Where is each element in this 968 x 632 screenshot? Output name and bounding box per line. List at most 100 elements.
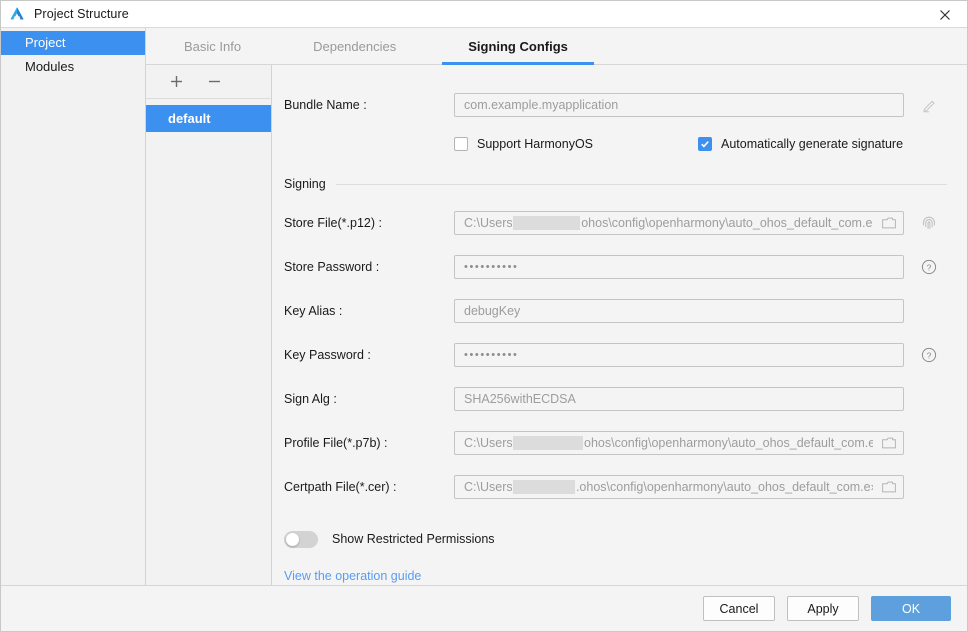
bundle-name-label: Bundle Name : <box>284 98 367 112</box>
sign-alg-row: Sign Alg : SHA256withECDSA <box>272 377 967 421</box>
dialog-body: Project Modules Basic Info Dependencies … <box>1 28 967 585</box>
toggle-knob <box>286 532 299 546</box>
store-password-field-wrap: •••••••••• ? <box>454 255 940 279</box>
tab-bar: Basic Info Dependencies Signing Configs <box>146 28 967 65</box>
left-navigation: Project Modules <box>1 28 146 585</box>
profile-file-suffix: ohos\config\openharmony\auto_ohos_defaul… <box>584 436 873 450</box>
key-password-label: Key Password : <box>284 348 371 362</box>
sidebar-item-label: Project <box>25 35 66 50</box>
checkbox-label: Support HarmonyOS <box>477 137 594 151</box>
certpath-file-row: Certpath File(*.cer) : C:\Users .ohos\con… <box>272 465 967 509</box>
certpath-file-field-wrap: C:\Users .ohos\config\openharmony\auto_oh… <box>454 475 904 499</box>
signing-group-title: Signing <box>284 177 326 191</box>
key-password-value: •••••••••• <box>464 349 519 361</box>
bundle-name-field-wrap: com.example.myapplication <box>454 93 940 117</box>
project-structure-dialog: Project Structure Project Modules Basic … <box>0 0 968 632</box>
config-item-label: default <box>168 111 211 126</box>
apply-button[interactable]: Apply <box>787 596 859 621</box>
show-restricted-permissions-toggle[interactable] <box>284 530 318 548</box>
certpath-file-input[interactable]: C:\Users .ohos\config\openharmony\auto_oh… <box>454 475 904 499</box>
checkbox-box <box>698 137 712 151</box>
store-file-field-wrap: C:\Users ohos\config\openharmony\auto_oho… <box>454 211 940 235</box>
help-icon[interactable]: ? <box>918 344 940 366</box>
signing-group-header: Signing <box>272 173 967 195</box>
cancel-button[interactable]: Cancel <box>703 596 775 621</box>
svg-text:?: ? <box>927 262 932 272</box>
store-file-row: Store File(*.p12) : C:\Users ohos\config\… <box>272 201 967 245</box>
options-row: Support HarmonyOS Automatically generate… <box>272 127 967 161</box>
remove-config-button[interactable] <box>206 74 222 90</box>
store-file-prefix: C:\Users <box>464 216 513 230</box>
tab-label: Signing Configs <box>468 38 568 54</box>
store-password-value: •••••••••• <box>464 261 519 273</box>
key-alias-field-wrap: debugKey <box>454 299 904 323</box>
profile-file-field-wrap: C:\Users ohos\config\openharmony\auto_oho… <box>454 431 904 455</box>
folder-icon[interactable] <box>882 217 896 230</box>
dialog-footer: Cancel Apply OK <box>1 585 967 631</box>
pencil-icon[interactable] <box>918 94 940 116</box>
list-item[interactable]: default <box>146 105 271 132</box>
key-alias-row: Key Alias : debugKey <box>272 289 967 333</box>
configs-toolbar <box>146 65 271 99</box>
redacted-username <box>513 216 581 230</box>
sidebar-item-label: Modules <box>25 59 75 74</box>
group-divider <box>335 183 947 185</box>
close-icon[interactable] <box>923 1 967 28</box>
sign-alg-field-wrap: SHA256withECDSA <box>454 387 904 411</box>
key-alias-label: Key Alias : <box>284 304 343 318</box>
checkbox-auto-generate-signature[interactable]: Automatically generate signature <box>698 137 903 151</box>
tab-dependencies[interactable]: Dependencies <box>277 28 432 64</box>
key-password-row: Key Password : •••••••••• ? <box>272 333 967 377</box>
checkbox-support-harmonyos[interactable]: Support HarmonyOS <box>454 137 698 151</box>
store-file-label: Store File(*.p12) : <box>284 216 382 230</box>
store-file-input[interactable]: C:\Users ohos\config\openharmony\auto_oho… <box>454 211 904 235</box>
signing-configs-list-panel: default <box>146 65 272 585</box>
window-title: Project Structure <box>34 7 129 21</box>
store-password-label: Store Password : <box>284 260 380 274</box>
bundle-name-row: Bundle Name : com.example.myapplication <box>272 83 967 127</box>
title-bar: Project Structure <box>1 1 967 28</box>
view-operation-guide-link[interactable]: View the operation guide <box>284 569 421 583</box>
certpath-file-suffix: .ohos\config\openharmony\auto_ohos_defau… <box>575 480 873 494</box>
key-password-input[interactable]: •••••••••• <box>454 343 904 367</box>
profile-file-input[interactable]: C:\Users ohos\config\openharmony\auto_oho… <box>454 431 904 455</box>
content-column: Basic Info Dependencies Signing Configs <box>146 28 967 585</box>
tab-label: Dependencies <box>313 38 397 54</box>
checkbox-box <box>454 137 468 151</box>
store-password-input[interactable]: •••••••••• <box>454 255 904 279</box>
configs-list: default <box>146 99 271 585</box>
help-icon[interactable]: ? <box>918 256 940 278</box>
tab-signing-configs[interactable]: Signing Configs <box>432 28 604 65</box>
checkbox-label: Automatically generate signature <box>721 137 904 151</box>
ok-button[interactable]: OK <box>871 596 951 621</box>
panels: default Bundle Name : com.example.myappl… <box>146 65 967 585</box>
certpath-file-label: Certpath File(*.cer) : <box>284 480 397 494</box>
folder-icon[interactable] <box>882 437 896 450</box>
sidebar-item-project[interactable]: Project <box>1 31 145 55</box>
store-file-suffix: ohos\config\openharmony\auto_ohos_defaul… <box>581 216 873 230</box>
tab-label: Basic Info <box>184 38 242 54</box>
key-password-field-wrap: •••••••••• ? <box>454 343 940 367</box>
bundle-name-value: com.example.myapplication <box>464 98 619 112</box>
show-restricted-permissions-label: Show Restricted Permissions <box>332 532 495 546</box>
key-alias-value: debugKey <box>464 304 521 318</box>
key-alias-input[interactable]: debugKey <box>454 299 904 323</box>
sidebar-item-modules[interactable]: Modules <box>1 55 145 79</box>
certpath-file-prefix: C:\Users <box>464 480 513 494</box>
sign-alg-value: SHA256withECDSA <box>464 392 576 406</box>
guide-link-row: View the operation guide <box>272 567 967 585</box>
signing-config-form: Bundle Name : com.example.myapplication <box>272 65 967 585</box>
bundle-name-input[interactable]: com.example.myapplication <box>454 93 904 117</box>
redacted-username <box>512 436 584 450</box>
redacted-username <box>513 480 575 494</box>
svg-text:?: ? <box>927 350 932 360</box>
sign-alg-input[interactable]: SHA256withECDSA <box>454 387 904 411</box>
profile-file-prefix: C:\Users <box>464 436 512 450</box>
tab-basic-info[interactable]: Basic Info <box>148 28 277 64</box>
folder-icon[interactable] <box>882 481 896 494</box>
profile-file-label: Profile File(*.p7b) : <box>284 436 388 450</box>
deveco-logo-icon <box>8 5 26 23</box>
store-password-row: Store Password : •••••••••• ? <box>272 245 967 289</box>
fingerprint-icon[interactable] <box>918 212 940 234</box>
add-config-button[interactable] <box>168 74 184 90</box>
